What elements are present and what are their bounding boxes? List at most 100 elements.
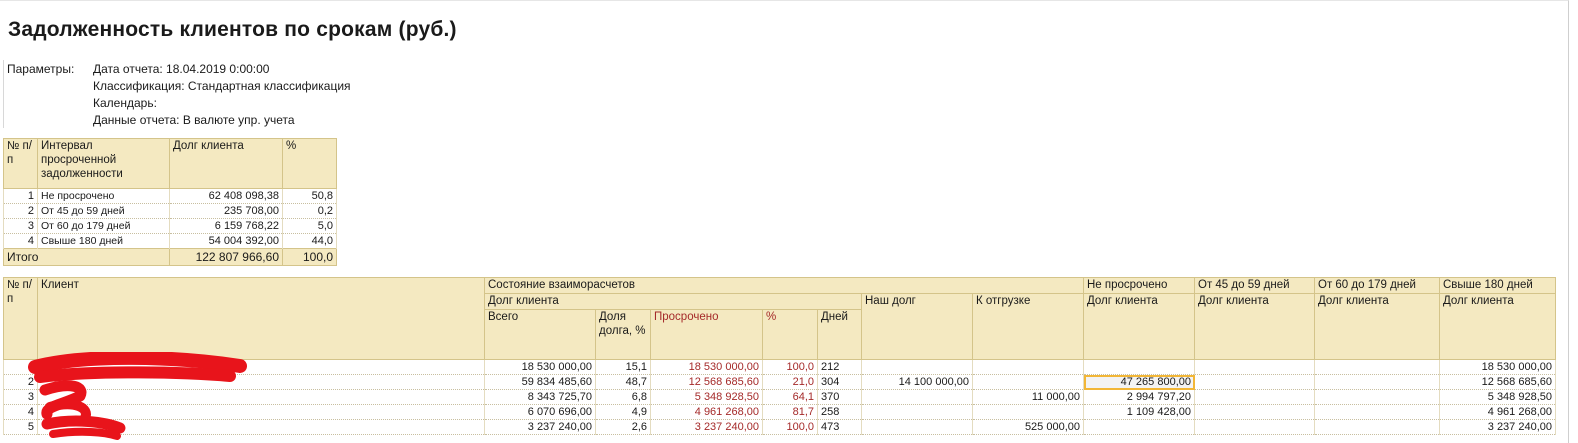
row-60-179[interactable] bbox=[1314, 404, 1440, 420]
summary-cell-num: 1 bbox=[3, 188, 38, 204]
row-total[interactable]: 18 530 000,00 bbox=[484, 359, 596, 375]
row-overdue[interactable]: 4 961 268,00 bbox=[650, 404, 763, 420]
params-label: Параметры: bbox=[7, 62, 75, 76]
summary-cell-num: 3 bbox=[3, 218, 38, 234]
main-header-client-debt: Долг клиента bbox=[484, 293, 862, 310]
row-to-ship[interactable] bbox=[972, 359, 1084, 375]
row-60-179[interactable] bbox=[1314, 359, 1440, 375]
row-not-overdue[interactable]: 1 109 428,00 bbox=[1083, 404, 1195, 420]
summary-cell-num: 4 bbox=[3, 233, 38, 249]
row-to-ship[interactable]: 11 000,00 bbox=[972, 389, 1084, 405]
main-header-45-59: От 45 до 59 дней bbox=[1194, 277, 1315, 294]
main-header-overdue: Просрочено bbox=[650, 309, 763, 360]
main-header-180-debt: Долг клиента bbox=[1439, 293, 1556, 360]
main-header-to-ship: К отгрузке bbox=[972, 293, 1084, 360]
row-45-59[interactable] bbox=[1194, 419, 1315, 435]
main-header-45-59-debt: Долг клиента bbox=[1194, 293, 1315, 360]
row-overdue-pct[interactable]: 100,0 bbox=[762, 419, 818, 435]
main-header-days: Дней bbox=[817, 309, 862, 360]
summary-cell-interval: От 60 до 179 дней bbox=[37, 218, 170, 234]
row-total[interactable]: 8 343 725,70 bbox=[484, 389, 596, 405]
row-180[interactable]: 18 530 000,00 bbox=[1439, 359, 1556, 375]
row-to-ship[interactable] bbox=[972, 374, 1084, 390]
main-header-total: Всего bbox=[484, 309, 596, 360]
param-calendar: Календарь: bbox=[93, 96, 157, 110]
summary-cell-debt: 235 708,00 bbox=[169, 203, 283, 219]
summary-cell-num: 2 bbox=[3, 203, 38, 219]
summary-cell-interval: От 45 до 59 дней bbox=[37, 203, 170, 219]
row-180[interactable]: 4 961 268,00 bbox=[1439, 404, 1556, 420]
row-overdue[interactable]: 3 237 240,00 bbox=[650, 419, 763, 435]
row-days[interactable]: 370 bbox=[817, 389, 862, 405]
redaction-scribble bbox=[28, 352, 247, 440]
row-overdue[interactable]: 18 530 000,00 bbox=[650, 359, 763, 375]
main-header-client: Клиент bbox=[37, 277, 485, 360]
summary-header-pct: % bbox=[282, 138, 337, 189]
row-to-ship[interactable]: 525 000,00 bbox=[972, 419, 1084, 435]
row-share[interactable]: 6,8 bbox=[595, 389, 651, 405]
row-our-debt[interactable] bbox=[861, 419, 973, 435]
summary-row: 2 От 45 до 59 дней 235 708,00 0,2 bbox=[3, 203, 337, 219]
summary-header-num: № п/п bbox=[3, 138, 38, 189]
row-not-overdue[interactable]: 47 265 800,00 bbox=[1083, 374, 1195, 390]
summary-table: № п/п Интервал просроченной задолженност… bbox=[3, 138, 337, 266]
row-60-179[interactable] bbox=[1314, 374, 1440, 390]
row-180[interactable]: 3 237 240,00 bbox=[1439, 419, 1556, 435]
summary-total-label: Итого bbox=[3, 248, 170, 266]
summary-header-interval: Интервал просроченной задолженности bbox=[37, 138, 170, 189]
row-60-179[interactable] bbox=[1314, 389, 1440, 405]
row-45-59[interactable] bbox=[1194, 359, 1315, 375]
main-header-share: Доля долга, % bbox=[595, 309, 651, 360]
summary-cell-pct: 0,2 bbox=[282, 203, 337, 219]
row-days[interactable]: 473 bbox=[817, 419, 862, 435]
summary-row: 4 Свыше 180 дней 54 004 392,00 44,0 bbox=[3, 233, 337, 249]
row-45-59[interactable] bbox=[1194, 404, 1315, 420]
row-total[interactable]: 3 237 240,00 bbox=[484, 419, 596, 435]
row-180[interactable]: 12 568 685,60 bbox=[1439, 374, 1556, 390]
row-180[interactable]: 5 348 928,50 bbox=[1439, 389, 1556, 405]
row-total[interactable]: 6 070 696,00 bbox=[484, 404, 596, 420]
main-header-not-overdue: Не просрочено bbox=[1083, 277, 1195, 294]
row-overdue-pct[interactable]: 81,7 bbox=[762, 404, 818, 420]
row-days[interactable]: 304 bbox=[817, 374, 862, 390]
summary-cell-pct: 50,8 bbox=[282, 188, 337, 204]
row-not-overdue[interactable] bbox=[1083, 419, 1195, 435]
row-60-179[interactable] bbox=[1314, 419, 1440, 435]
summary-cell-debt: 54 004 392,00 bbox=[169, 233, 283, 249]
main-header-180: Свыше 180 дней bbox=[1439, 277, 1556, 294]
row-days[interactable]: 212 bbox=[817, 359, 862, 375]
row-our-debt[interactable] bbox=[861, 404, 973, 420]
row-our-debt[interactable] bbox=[861, 359, 973, 375]
summary-cell-pct: 5,0 bbox=[282, 218, 337, 234]
main-header-60-179: От 60 до 179 дней bbox=[1314, 277, 1440, 294]
row-not-overdue[interactable]: 2 994 797,20 bbox=[1083, 389, 1195, 405]
row-overdue-pct[interactable]: 64,1 bbox=[762, 389, 818, 405]
row-share[interactable]: 15,1 bbox=[595, 359, 651, 375]
main-header-not-overdue-debt: Долг клиента bbox=[1083, 293, 1195, 360]
summary-row: 3 От 60 до 179 дней 6 159 768,22 5,0 bbox=[3, 218, 337, 234]
main-header-num: № п/п bbox=[3, 277, 38, 360]
row-share[interactable]: 2,6 bbox=[595, 419, 651, 435]
row-to-ship[interactable] bbox=[972, 404, 1084, 420]
row-total[interactable]: 59 834 485,60 bbox=[484, 374, 596, 390]
row-overdue-pct[interactable]: 21,0 bbox=[762, 374, 818, 390]
row-overdue[interactable]: 5 348 928,50 bbox=[650, 389, 763, 405]
row-overdue-pct[interactable]: 100,0 bbox=[762, 359, 818, 375]
row-share[interactable]: 4,9 bbox=[595, 404, 651, 420]
report-title: Задолженность клиентов по срокам (руб.) bbox=[8, 18, 457, 41]
row-not-overdue[interactable] bbox=[1083, 359, 1195, 375]
main-header-our-debt: Наш долг bbox=[861, 293, 973, 360]
param-data: Данные отчета: В валюте упр. учета bbox=[93, 113, 295, 127]
row-45-59[interactable] bbox=[1194, 374, 1315, 390]
param-date: Дата отчета: 18.04.2019 0:00:00 bbox=[93, 62, 270, 76]
row-our-debt[interactable]: 14 100 000,00 bbox=[861, 374, 973, 390]
summary-total-pct: 100,0 bbox=[282, 248, 337, 266]
row-45-59[interactable] bbox=[1194, 389, 1315, 405]
row-overdue[interactable]: 12 568 685,60 bbox=[650, 374, 763, 390]
summary-cell-interval: Свыше 180 дней bbox=[37, 233, 170, 249]
main-header-state: Состояние взаиморасчетов bbox=[484, 277, 1084, 294]
row-days[interactable]: 258 bbox=[817, 404, 862, 420]
row-our-debt[interactable] bbox=[861, 389, 973, 405]
summary-cell-pct: 44,0 bbox=[282, 233, 337, 249]
row-share[interactable]: 48,7 bbox=[595, 374, 651, 390]
